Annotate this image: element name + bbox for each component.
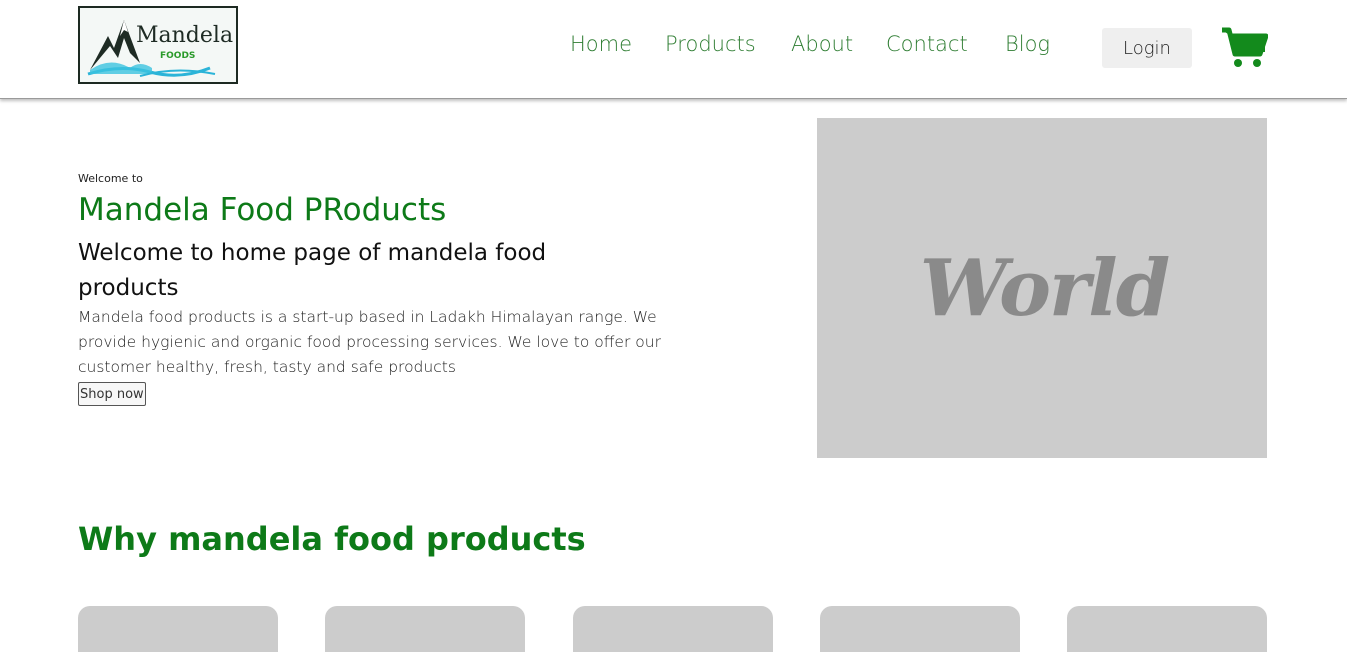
nav-about[interactable]: About (791, 32, 853, 56)
nav-home[interactable]: Home (570, 32, 632, 56)
svg-text:Mandela: Mandela (136, 23, 233, 48)
mandela-foods-logo[interactable]: Mandela FOODS (78, 6, 238, 84)
feature-card (1067, 606, 1267, 652)
hero-description: Mandela food products is a start-up base… (78, 308, 661, 376)
logo-graphic: Mandela FOODS (87, 20, 233, 77)
login-button[interactable]: Login (1102, 28, 1192, 68)
feature-card (325, 606, 525, 652)
feature-card (78, 606, 278, 652)
why-section-title: Why mandela food products (78, 520, 586, 558)
hero-title: Mandela Food PRoducts (78, 192, 447, 228)
nav-contact[interactable]: Contact (886, 32, 968, 56)
shopping-cart-icon[interactable] (1220, 26, 1269, 70)
nav-blog[interactable]: Blog (1005, 32, 1050, 56)
shop-now-button[interactable]: Shop now (78, 382, 146, 406)
hero-image-text: World (919, 242, 1171, 334)
feature-card (820, 606, 1020, 652)
site-header: Mandela FOODS Home Products About Contac… (0, 0, 1347, 99)
hero-welcome-label: Welcome to (78, 172, 143, 185)
feature-card (573, 606, 773, 652)
hero-image-placeholder: World (817, 118, 1267, 458)
svg-text:FOODS: FOODS (160, 51, 195, 61)
hero-subtitle: Welcome to home page of mandela food pro… (78, 240, 547, 301)
nav-products[interactable]: Products (665, 32, 756, 56)
